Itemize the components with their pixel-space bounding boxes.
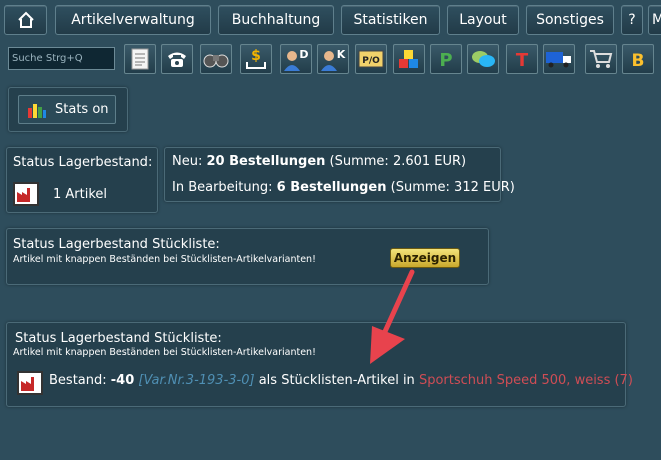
purchase-order-button[interactable]: P/O: [355, 44, 387, 74]
t-icon: T: [516, 50, 529, 71]
cubes-icon: [399, 50, 418, 68]
bearbeitung-prefix: In Bearbeitung:: [172, 180, 277, 195]
bestand-label: Bestand:: [49, 373, 111, 388]
lagerbestand-panel: Status Lagerbestand: 1 Artikel: [6, 147, 158, 213]
svg-text:P/O: P/O: [362, 56, 380, 66]
b-icon: B: [632, 51, 645, 71]
telephone-icon: [168, 52, 186, 67]
svg-text:$: $: [251, 48, 261, 64]
svg-text:K: K: [337, 48, 346, 61]
svg-text:P: P: [439, 50, 452, 71]
telephone-button[interactable]: [161, 44, 193, 74]
svg-text:T: T: [516, 50, 529, 71]
factory-icon-2[interactable]: [17, 371, 43, 395]
truck-icon: [546, 52, 571, 68]
factory-icon[interactable]: [13, 182, 39, 206]
dollar-import-icon: $: [246, 48, 266, 69]
p-icon: P: [439, 50, 452, 71]
dollar-import-button[interactable]: $: [240, 44, 272, 74]
stats-on-button[interactable]: Stats on: [18, 95, 116, 124]
nav-more[interactable]: M: [648, 5, 661, 35]
stueckliste-subtitle-1: Artikel mit knappen Beständen bei Stückl…: [13, 254, 316, 265]
nav-statistiken[interactable]: Statistiken: [341, 5, 440, 35]
binoculars-button[interactable]: [200, 44, 232, 74]
bar-chart-icon: [28, 104, 46, 118]
bearbeitung-line: In Bearbeitung: 6 Bestellungen (Summe: 3…: [172, 180, 515, 195]
neu-summe: (Summe: 2.601 EUR): [325, 154, 467, 169]
top-navigation: Artikelverwaltung Buchhaltung Statistike…: [0, 0, 661, 41]
neu-line: Neu: 20 Bestellungen (Summe: 2.601 EUR): [172, 154, 466, 169]
lagerbestand-count: 1 Artikel: [53, 187, 108, 202]
truck-button[interactable]: [543, 44, 575, 74]
cart-button[interactable]: [585, 44, 617, 74]
bearbeitung-summe: (Summe: 312 EUR): [386, 180, 515, 195]
chat-button[interactable]: [467, 44, 499, 74]
stats-on-label: Stats on: [55, 102, 109, 117]
document-icon: [131, 48, 149, 70]
p-button[interactable]: P: [430, 44, 462, 74]
customer-k-button[interactable]: K: [317, 44, 349, 74]
cart-icon: [590, 50, 613, 68]
stueckliste-panel-2: Status Lagerbestand Stückliste: Artikel …: [6, 322, 633, 407]
nav-layout[interactable]: Layout: [447, 5, 519, 35]
customer-d-button[interactable]: D: [280, 44, 312, 74]
neu-prefix: Neu:: [172, 154, 207, 169]
home-button[interactable]: [4, 5, 47, 35]
nav-help[interactable]: ?: [621, 5, 643, 35]
b-button[interactable]: B: [622, 44, 654, 74]
chat-icon: [472, 51, 495, 67]
toolbar: $ D K P/O P: [0, 43, 661, 75]
po-icon: P/O: [358, 50, 384, 68]
bestand-line: Bestand: -40 [Var.Nr.3-193-3-0] als Stüc…: [49, 373, 633, 388]
product-link[interactable]: Sportschuh Speed 500, weiss (7): [419, 373, 633, 388]
nav-buchhaltung[interactable]: Buchhaltung: [218, 5, 334, 35]
search-input[interactable]: [8, 47, 115, 70]
stueckliste-subtitle-2: Artikel mit knappen Beständen bei Stückl…: [13, 347, 316, 358]
cubes-button[interactable]: [393, 44, 425, 74]
t-button[interactable]: T: [506, 44, 538, 74]
svg-text:B: B: [632, 51, 645, 71]
nav-sonstiges[interactable]: Sonstiges: [526, 5, 614, 35]
svg-text:D: D: [299, 48, 308, 61]
stats-panel: Stats on: [8, 87, 128, 132]
lagerbestand-title: Status Lagerbestand:: [13, 155, 153, 170]
neu-count: 20 Bestellungen: [206, 154, 326, 169]
anzeigen-button[interactable]: Anzeigen: [390, 248, 460, 268]
stueckliste-title-2: Status Lagerbestand Stückliste:: [15, 331, 222, 346]
home-icon: [17, 11, 34, 28]
bearbeitung-count: 6 Bestellungen: [276, 180, 387, 195]
middle-text: als Stücklisten-Artikel in: [254, 373, 419, 388]
bestand-value: -40: [110, 373, 135, 388]
binoculars-icon: [203, 54, 229, 68]
document-button[interactable]: [124, 44, 156, 74]
stueckliste-title-1: Status Lagerbestand Stückliste:: [13, 237, 220, 252]
customer-d-icon: D: [284, 48, 309, 71]
customer-k-icon: K: [321, 48, 346, 71]
bestellungen-panel: Neu: 20 Bestellungen (Summe: 2.601 EUR) …: [164, 147, 515, 202]
nav-artikelverwaltung[interactable]: Artikelverwaltung: [55, 5, 211, 35]
variant-link[interactable]: [Var.Nr.3-193-3-0]: [138, 373, 254, 388]
